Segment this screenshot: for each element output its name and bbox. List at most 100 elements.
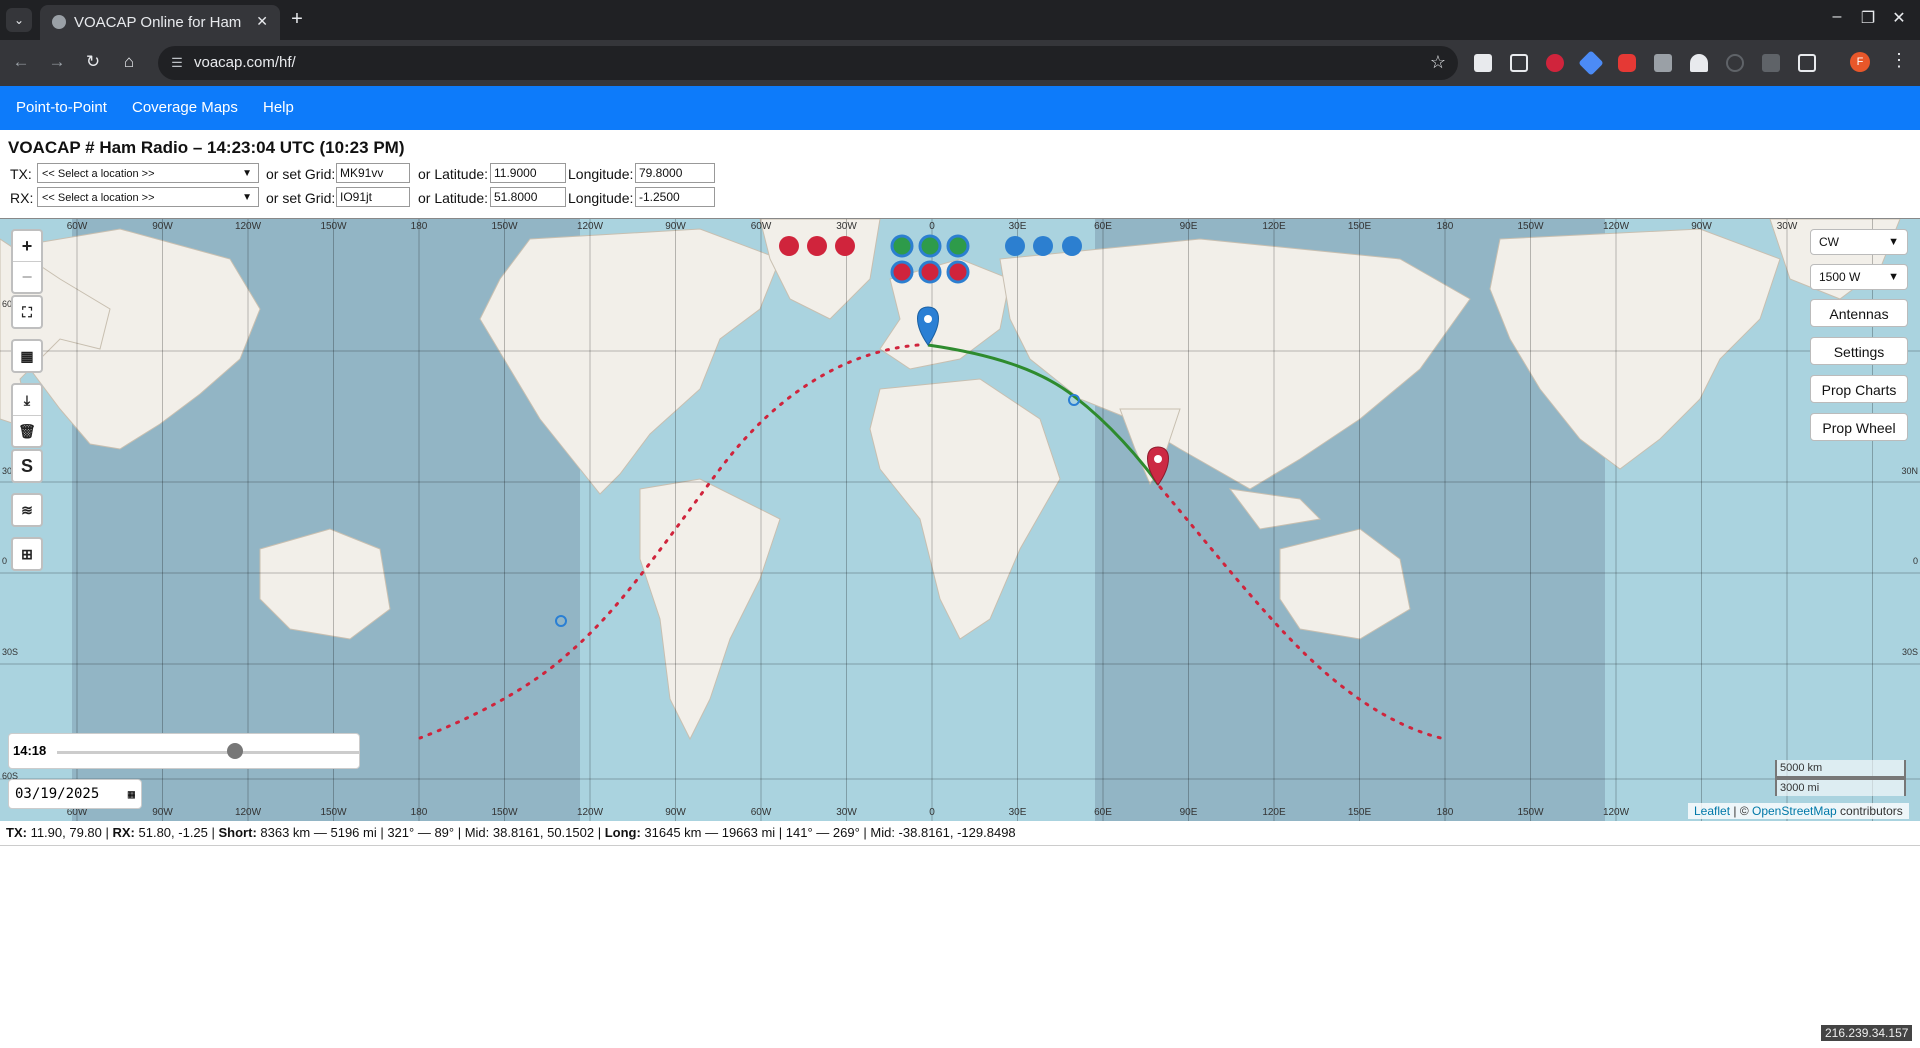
map-icon[interactable]: ▦ xyxy=(13,341,41,371)
tx-row: TX: << Select a location >> ▼ or set Grid… xyxy=(10,163,730,185)
browser-menu-icon[interactable]: ⋮ xyxy=(1890,50,1908,71)
south-america xyxy=(639,478,781,741)
bookmark-star-icon[interactable]: ☆ xyxy=(1430,52,1446,73)
tx-label: TX: xyxy=(10,166,32,182)
reload-icon[interactable]: ↻ xyxy=(82,52,104,72)
power-select[interactable]: 1500 W ▼ xyxy=(1810,264,1908,290)
fullscreen-icon[interactable]: ⛶ xyxy=(13,297,41,327)
longitude-label: 150W xyxy=(491,221,518,232)
profile-avatar[interactable]: F xyxy=(1850,52,1870,72)
tab-list-icon[interactable]: ⌄ xyxy=(6,8,32,32)
date-input[interactable]: 03/19/2025 ▦ xyxy=(8,779,142,809)
band-dot xyxy=(918,234,942,258)
home-icon[interactable]: ⌂ xyxy=(118,52,140,72)
longitude-label: 120W xyxy=(577,221,604,232)
band-dot xyxy=(890,234,914,258)
longitude-label: 60E xyxy=(1094,221,1112,232)
leaflet-link[interactable]: Leaflet xyxy=(1694,804,1730,818)
longitude-label: 120E xyxy=(1262,807,1286,818)
extension-diamond-icon[interactable] xyxy=(1578,50,1604,76)
antennas-button[interactable]: Antennas xyxy=(1810,299,1908,327)
longitude-label: 180 xyxy=(411,221,428,232)
rx-lat-label: or Latitude: xyxy=(418,190,489,206)
longitude-label: 90E xyxy=(1180,807,1198,818)
dropdown-arrow-icon: ▼ xyxy=(1888,236,1899,248)
extension-download-icon[interactable] xyxy=(1690,54,1708,72)
browser-tabbar: ⌄ VOACAP Online for Ham Radio ✕ + – ❐ ✕ xyxy=(0,0,1920,40)
close-tab-icon[interactable]: ✕ xyxy=(256,13,268,30)
longitude-label: 150W xyxy=(1517,807,1544,818)
power-value: 1500 W xyxy=(1819,270,1861,284)
tx-grid-input[interactable]: MK91vv xyxy=(336,163,410,183)
mode-select[interactable]: CW ▼ xyxy=(1810,229,1908,255)
longitude-label: 90W xyxy=(152,221,173,232)
band-dot xyxy=(918,260,942,284)
time-label: 14:18 xyxy=(13,743,47,758)
osm-link[interactable]: OpenStreetMap xyxy=(1752,804,1837,818)
longitude-label: 120W xyxy=(1603,221,1630,232)
longitude-label: 180 xyxy=(1437,221,1454,232)
nav-point-to-point[interactable]: Point-to-Point xyxy=(16,99,107,116)
rx-lon-input[interactable]: -1.2500 xyxy=(635,187,715,207)
s-icon[interactable]: S xyxy=(13,451,41,481)
download-icon[interactable]: ⤓ xyxy=(13,385,41,416)
page-title: VOACAP # Ham Radio – 14:23:04 UTC (10:23… xyxy=(8,138,405,157)
world-map[interactable]: 60W 90W 120W 150W 180 150W 120W 90W 60W 30W 0 30E 60… xyxy=(0,218,1920,821)
restore-icon[interactable]: ❐ xyxy=(1853,8,1883,28)
band-dot xyxy=(1033,236,1053,256)
tx-lat-input[interactable]: 11.9000 xyxy=(490,163,566,183)
status-short-value: 8363 km — 5196 mi | 321° — 89° | Mid: 38… xyxy=(256,825,605,840)
rx-lat-input[interactable]: 51.8000 xyxy=(490,187,566,207)
extensions-puzzle-icon[interactable] xyxy=(1798,54,1816,72)
longitude-label: 150W xyxy=(1517,221,1544,232)
new-tab-icon[interactable]: + xyxy=(284,8,310,31)
longitude-label: 120W xyxy=(235,221,262,232)
settings-button[interactable]: Settings xyxy=(1810,337,1908,365)
forward-icon[interactable]: → xyxy=(46,52,68,72)
status-short-label: Short: xyxy=(218,825,257,840)
close-window-icon[interactable]: ✕ xyxy=(1884,8,1914,28)
dropdown-arrow-icon: ▼ xyxy=(242,192,252,203)
time-slider-track[interactable] xyxy=(57,751,359,754)
path-status-line: TX: 11.90, 79.80 | RX: 51.80, -1.25 | Sh… xyxy=(0,822,1920,846)
zoom-in-icon[interactable]: + xyxy=(13,231,41,262)
extension-tool-icon[interactable] xyxy=(1654,54,1672,72)
prop-charts-button[interactable]: Prop Charts xyxy=(1810,375,1908,403)
rx-row: RX: << Select a location >> ▼ or set Grid… xyxy=(10,187,730,209)
extension-qr-icon[interactable] xyxy=(1474,54,1492,72)
browser-tab[interactable]: VOACAP Online for Ham Radio ✕ xyxy=(40,5,280,40)
layers-icon[interactable]: ≋ xyxy=(13,495,41,525)
calendar-icon[interactable]: ▦ xyxy=(128,780,135,808)
nav-coverage-maps[interactable]: Coverage Maps xyxy=(132,99,238,116)
back-icon[interactable]: ← xyxy=(10,52,32,72)
time-slider-handle[interactable] xyxy=(227,743,244,759)
longitude-label: 90W xyxy=(1691,221,1712,232)
grid-icon[interactable]: ⊞ xyxy=(13,539,41,569)
rx-grid-input[interactable]: IO91jt xyxy=(336,187,410,207)
status-rx-value: 51.80, -1.25 | xyxy=(134,825,219,840)
extension-circle-icon[interactable] xyxy=(1726,54,1744,72)
tx-lon-input[interactable]: 79.8000 xyxy=(635,163,715,183)
nav-help[interactable]: Help xyxy=(263,99,294,116)
longitude-label: 120W xyxy=(1603,807,1630,818)
extension-muted-icon[interactable] xyxy=(1762,54,1780,72)
tx-location-select[interactable]: << Select a location >> ▼ xyxy=(37,163,259,183)
zoom-out-icon[interactable]: − xyxy=(13,262,41,292)
trash-icon[interactable]: 🗑 xyxy=(13,416,41,446)
rx-location-select[interactable]: << Select a location >> ▼ xyxy=(37,187,259,207)
extension-block-icon[interactable] xyxy=(1546,54,1564,72)
longitude-label: 30W xyxy=(836,807,857,818)
extension-image-icon[interactable] xyxy=(1510,54,1528,72)
address-bar[interactable]: ☰ voacap.com/hf/ ☆ xyxy=(158,46,1458,80)
longitude-label: 120W xyxy=(235,807,262,818)
longitude-label: 120W xyxy=(577,807,604,818)
minimize-icon[interactable]: – xyxy=(1822,8,1852,26)
prop-wheel-button[interactable]: Prop Wheel xyxy=(1810,413,1908,441)
band-dot xyxy=(835,236,855,256)
scale-km: 5000 km xyxy=(1775,760,1906,778)
attribution-tail: contributors xyxy=(1836,804,1903,818)
site-info-icon[interactable]: ☰ xyxy=(168,54,186,72)
extension-youtube-icon[interactable] xyxy=(1618,54,1636,72)
tx-lon-label: Longitude: xyxy=(568,166,634,182)
layers-control: ≋ xyxy=(11,493,43,527)
